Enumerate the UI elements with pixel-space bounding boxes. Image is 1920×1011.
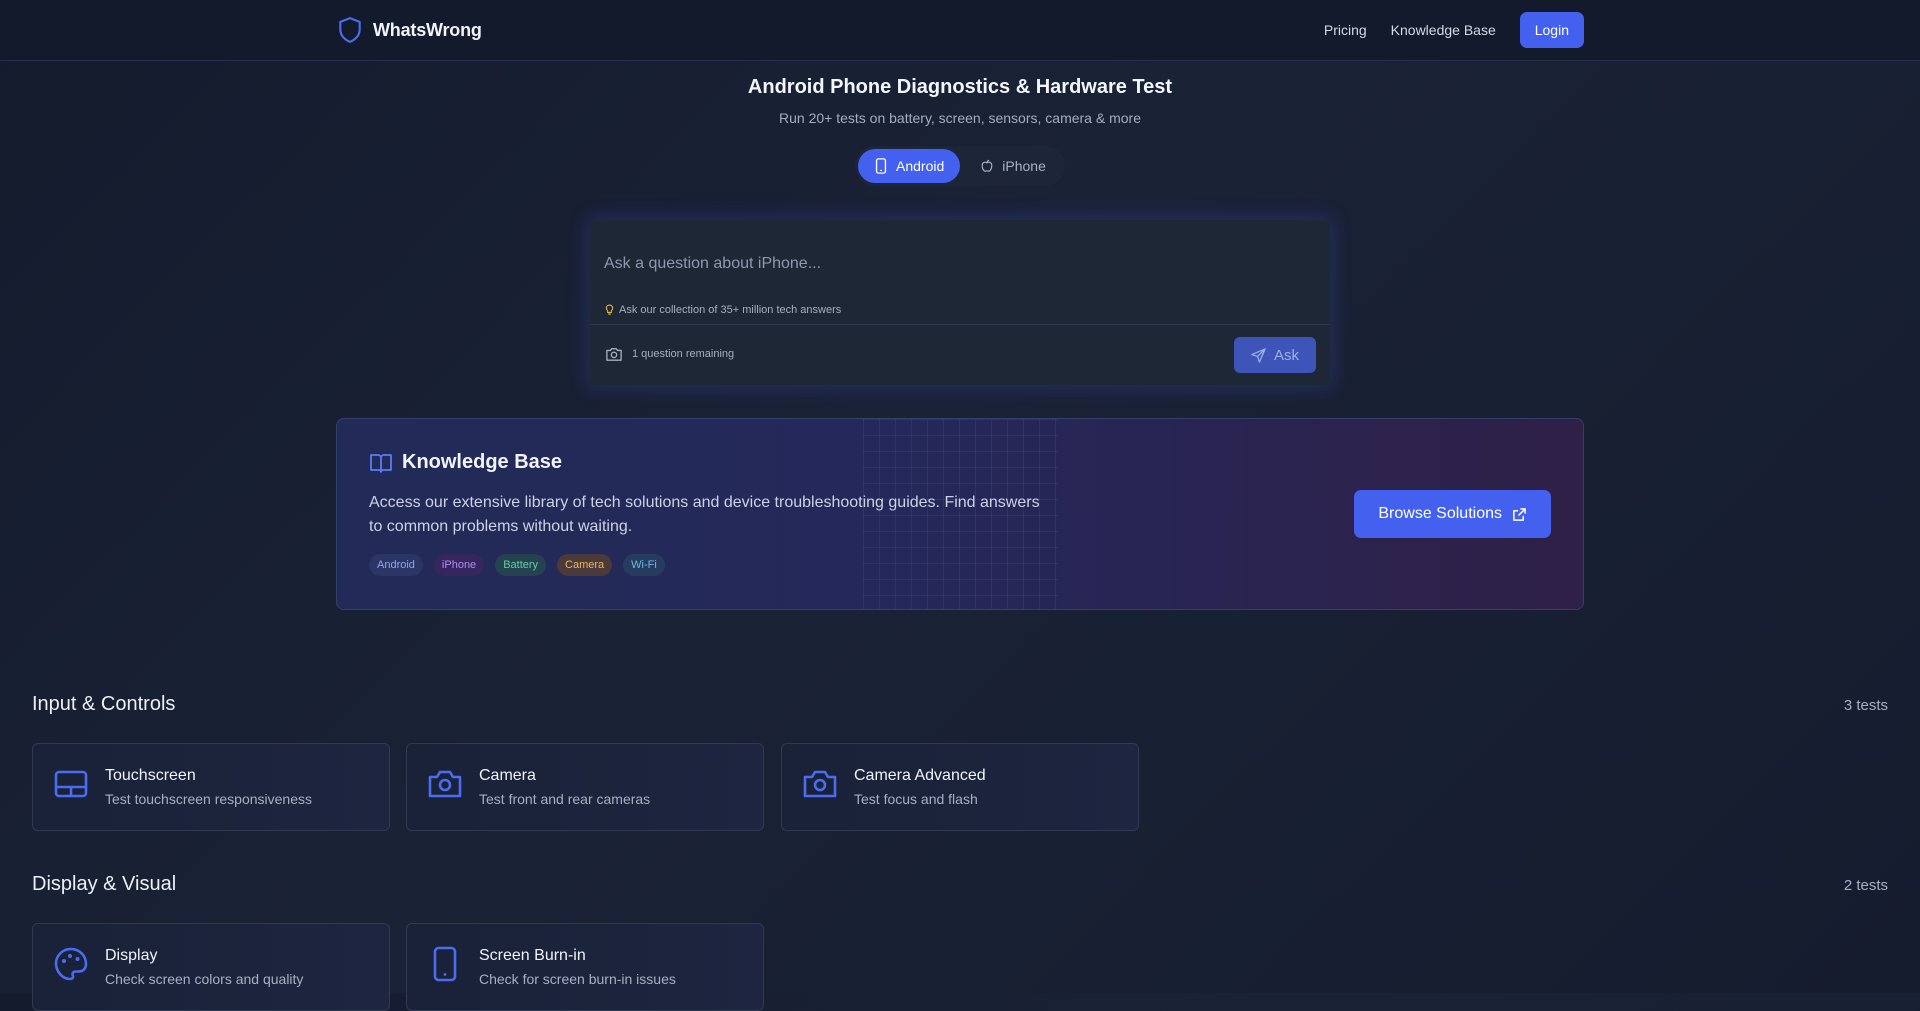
page-title: Android Phone Diagnostics & Hardware Tes… xyxy=(747,76,1173,98)
test-title: Screen Burn-in xyxy=(479,947,586,964)
browse-solutions-label: Browse Solutions xyxy=(1378,505,1502,522)
divider xyxy=(590,324,1330,325)
book-open-icon xyxy=(370,453,392,473)
section-count-display-visual: 2 tests xyxy=(1843,877,1888,894)
palette-icon xyxy=(54,947,88,981)
platform-toggle: Android iPhone xyxy=(855,146,1065,186)
nav-link-knowledge-base[interactable]: Knowledge Base xyxy=(1391,22,1496,38)
camera-upload-icon[interactable] xyxy=(605,346,623,362)
test-card-camera[interactable]: Camera Test front and rear cameras xyxy=(406,743,764,831)
test-title: Display xyxy=(105,947,158,964)
nav-links: Pricing Knowledge Base Login xyxy=(1324,12,1584,48)
tag-battery[interactable]: Battery xyxy=(495,554,547,576)
toggle-android[interactable]: Android xyxy=(858,149,961,183)
test-description: Check screen colors and quality xyxy=(105,971,304,987)
kb-description: Access our extensive library of tech sol… xyxy=(369,494,1040,535)
knowledge-base-card: Knowledge Base Access our extensive libr… xyxy=(336,418,1584,610)
kb-title: Knowledge Base xyxy=(402,451,563,473)
ask-button-label: Ask xyxy=(1273,346,1299,364)
test-title: Touchscreen xyxy=(105,767,196,784)
test-description: Check for screen burn-in issues xyxy=(479,971,676,987)
external-link-icon xyxy=(1513,507,1526,521)
ask-hint: Ask our collection of 35+ million tech a… xyxy=(605,304,841,316)
test-description: Test touchscreen responsiveness xyxy=(105,791,312,807)
tag-iphone[interactable]: iPhone xyxy=(433,554,485,576)
phone-icon xyxy=(433,946,457,982)
ask-button[interactable]: Ask xyxy=(1234,337,1316,373)
ask-question-box: Ask our collection of 35+ million tech a… xyxy=(590,220,1330,385)
test-description: Test focus and flash xyxy=(854,791,978,807)
camera-icon xyxy=(428,770,462,798)
test-card-touchscreen[interactable]: Touchscreen Test touchscreen responsiven… xyxy=(32,743,390,831)
shield-icon xyxy=(339,17,361,43)
kb-tags: Android iPhone Battery Camera Wi-Fi xyxy=(369,554,665,576)
page-subtitle: Run 20+ tests on battery, screen, sensor… xyxy=(779,110,1141,126)
apple-icon xyxy=(981,159,993,172)
tag-camera[interactable]: Camera xyxy=(557,554,613,576)
tablet-icon xyxy=(54,770,88,798)
smartphone-icon xyxy=(875,158,887,174)
login-button[interactable]: Login xyxy=(1519,12,1584,48)
browse-solutions-button[interactable]: Browse Solutions xyxy=(1354,490,1551,538)
question-input[interactable] xyxy=(604,234,1304,294)
test-card-display[interactable]: Display Check screen colors and quality xyxy=(32,923,390,1011)
ask-hint-text: Ask our collection of 35+ million tech a… xyxy=(619,304,842,316)
nav-link-pricing[interactable]: Pricing xyxy=(1324,22,1367,38)
section-title-input-controls: Input & Controls xyxy=(32,693,176,715)
brand-logo[interactable]: WhatsWrong xyxy=(337,16,482,44)
section-count-input-controls: 3 tests xyxy=(1843,697,1888,714)
test-title: Camera Advanced xyxy=(854,767,986,784)
lightbulb-icon xyxy=(605,304,614,315)
kb-header: Knowledge Base xyxy=(369,451,562,474)
test-description: Test front and rear cameras xyxy=(479,791,651,807)
test-card-screen-burn-in[interactable]: Screen Burn-in Check for screen burn-in … xyxy=(406,923,764,1011)
tag-android[interactable]: Android xyxy=(369,554,423,576)
test-title: Camera xyxy=(479,767,536,784)
camera-icon xyxy=(803,770,837,798)
ask-footer: 1 question remaining xyxy=(605,346,734,362)
toggle-iphone[interactable]: iPhone xyxy=(964,149,1062,183)
brand-name: WhatsWrong xyxy=(373,19,482,40)
top-nav-bar: WhatsWrong Pricing Knowledge Base Login xyxy=(0,0,1920,61)
test-card-camera-advanced[interactable]: Camera Advanced Test focus and flash xyxy=(781,743,1139,831)
questions-remaining: 1 question remaining xyxy=(632,348,735,360)
tag-wifi[interactable]: Wi-Fi xyxy=(623,554,665,576)
send-icon xyxy=(1251,347,1266,363)
toggle-android-label: Android xyxy=(896,158,945,174)
toggle-iphone-label: iPhone xyxy=(1002,158,1046,174)
section-title-display-visual: Display & Visual xyxy=(32,873,177,895)
